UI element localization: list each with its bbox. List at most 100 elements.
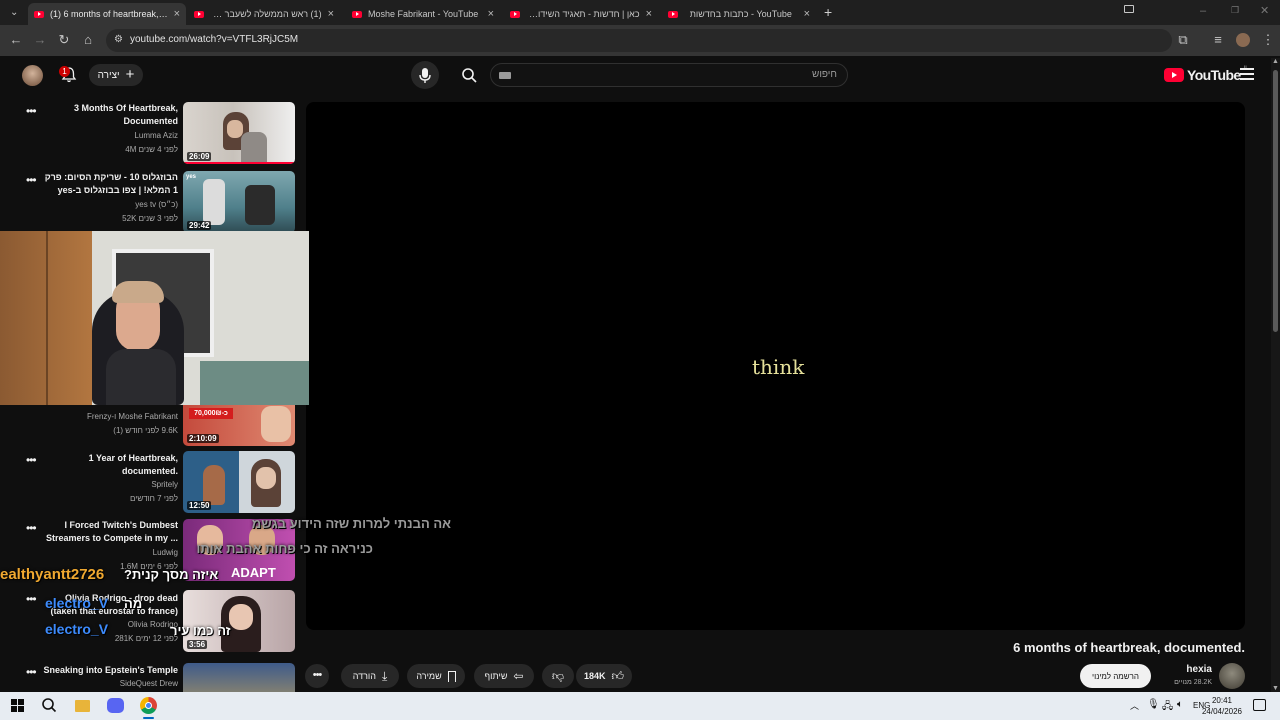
- recommendation-title[interactable]: 3 Months Of Heartbreak, Documented: [38, 102, 178, 128]
- video-duration: 12:50: [187, 501, 212, 510]
- close-tab-icon[interactable]: ×: [328, 8, 334, 20]
- site-info-icon[interactable]: ⚙: [114, 34, 123, 45]
- thumbnail-overlay-text: ADAPT: [231, 565, 276, 580]
- notification-count-badge: 1: [59, 66, 70, 77]
- video-duration: 3:56: [187, 640, 208, 649]
- guide-menu-icon[interactable]: [1240, 68, 1254, 80]
- recommendation-thumbnail[interactable]: [183, 663, 295, 692]
- thumbs-down-icon: 👎︎: [551, 668, 565, 683]
- browser-menu-icon[interactable]: ⋮: [1260, 32, 1276, 48]
- more-options-icon[interactable]: •••: [26, 104, 37, 118]
- forward-arrow-icon[interactable]: →: [32, 32, 48, 48]
- recommendation-channel[interactable]: SideQuest Drew: [38, 679, 178, 688]
- channel-name[interactable]: hexia: [1186, 664, 1212, 675]
- save-button[interactable]: שמירה: [407, 664, 465, 688]
- reload-icon[interactable]: ↻: [56, 32, 72, 48]
- chat-username: electro_V: [45, 595, 109, 611]
- recommendation-title[interactable]: 1 Year of Heartbreak, documented.: [38, 452, 178, 478]
- notification-center-icon[interactable]: [1253, 699, 1266, 711]
- file-explorer-icon[interactable]: [75, 700, 90, 712]
- like-button[interactable]: 184K 👍︎: [576, 664, 632, 688]
- extensions-icon[interactable]: ⧉: [1175, 32, 1191, 48]
- tab-search-icon[interactable]: ⌄: [10, 7, 22, 19]
- browser-tab-1[interactable]: (1) 6 months of heartbreak, docu ×: [28, 3, 186, 25]
- browser-tab-2[interactable]: (1) ראש הממשלה לשעבר אהוד ×: [188, 3, 340, 25]
- account-avatar[interactable]: [22, 65, 43, 86]
- recommendation-channel[interactable]: yes tv (כ״ס): [38, 200, 178, 209]
- voice-search-button[interactable]: [411, 61, 439, 89]
- recommendation-channel[interactable]: Spritely: [38, 480, 178, 489]
- recommendation-meta: 4M לפני 4 שנים: [125, 145, 178, 154]
- recommendation-thumbnail[interactable]: 12:50: [183, 451, 295, 513]
- more-options-icon[interactable]: •••: [26, 453, 37, 467]
- channel-avatar[interactable]: [1219, 663, 1245, 689]
- recommendation-item[interactable]: ••• 1 Year of Heartbreak, documented. Sp…: [20, 451, 300, 515]
- discord-icon[interactable]: [107, 698, 124, 713]
- recommendation-channel[interactable]: Lumma Aziz: [38, 131, 178, 140]
- network-tray-icon[interactable]: 🖧︎: [1162, 699, 1173, 716]
- dislike-button[interactable]: 👎︎: [542, 664, 574, 688]
- recommendation-item[interactable]: ••• Sneaking into Epstein's Temple SideQ…: [20, 663, 300, 692]
- thumbs-up-icon: 👍︎: [611, 668, 625, 683]
- page-scrollbar[interactable]: ▲ ▼: [1271, 58, 1280, 692]
- close-tab-icon[interactable]: ×: [646, 8, 652, 20]
- youtube-favicon-icon: [194, 10, 204, 18]
- subscribe-button[interactable]: הרשמה למינוי: [1080, 664, 1151, 688]
- keyboard-icon[interactable]: [499, 72, 511, 79]
- search-button[interactable]: [457, 64, 481, 86]
- chat-message: ?איזה מסך קנית: [124, 567, 219, 582]
- new-tab-button[interactable]: +: [824, 4, 832, 20]
- video-duration: 29:42: [187, 221, 212, 230]
- recommendation-title[interactable]: Sneaking into Epstein's Temple: [38, 664, 179, 677]
- recommendation-thumbnail[interactable]: yes 29:42: [183, 171, 295, 233]
- taskbar-search-icon[interactable]: [40, 696, 58, 719]
- home-icon[interactable]: ⌂: [80, 32, 96, 48]
- recommendation-thumbnail[interactable]: 3:56: [183, 590, 295, 652]
- more-options-icon[interactable]: •••: [26, 521, 37, 535]
- chrome-icon[interactable]: [140, 697, 157, 714]
- browser-tab-3[interactable]: Moshe Fabrikant - YouTube ×: [346, 3, 500, 25]
- youtube-logo[interactable]: YouTube IL: [1164, 66, 1249, 83]
- recommendation-title[interactable]: הבוזגלוס 10 - שריקת הסיום: פרק 1 המלא! |…: [38, 171, 178, 197]
- create-button[interactable]: יצירה +: [89, 64, 143, 86]
- profile-avatar[interactable]: [1236, 33, 1250, 47]
- more-options-icon[interactable]: •••: [26, 173, 37, 187]
- create-label: יצירה: [97, 69, 120, 81]
- more-options-icon[interactable]: •••: [26, 665, 37, 679]
- scroll-down-icon[interactable]: ▼: [1272, 685, 1279, 692]
- download-button[interactable]: הורדה ⤓: [341, 664, 399, 688]
- close-tab-icon[interactable]: ×: [804, 8, 810, 20]
- tab-actions-icon[interactable]: [1124, 5, 1134, 13]
- show-hidden-icons-icon[interactable]: ︿: [1130, 699, 1139, 712]
- maximize-window-icon[interactable]: ❐: [1231, 5, 1239, 16]
- recommendation-item[interactable]: ••• 3 Months Of Heartbreak, Documented L…: [20, 102, 300, 166]
- browser-tab-4[interactable]: כאן | חדשות - תאגיד השידור הי ×: [504, 3, 658, 25]
- windows-start-icon[interactable]: [11, 699, 24, 712]
- more-options-icon[interactable]: •••: [26, 592, 37, 606]
- volume-tray-icon[interactable]: 🔈︎: [1177, 699, 1183, 710]
- recommendation-item[interactable]: ••• הבוזגלוס 10 - שריקת הסיום: פרק 1 המל…: [20, 171, 300, 235]
- share-button[interactable]: שיתוף ⇦: [474, 664, 534, 688]
- search-input[interactable]: חיפוש: [490, 63, 848, 87]
- address-bar[interactable]: ⚙ youtube.com/watch?v=VTFL3RjJC5M: [106, 29, 1172, 52]
- recommendation-channel[interactable]: Frenzy-ו Moshe Fabrikant: [38, 412, 178, 421]
- recommendation-meta: 9.6K לפני חודש (1): [113, 426, 178, 435]
- media-controls-icon[interactable]: ≡: [1210, 32, 1226, 48]
- recommendation-thumbnail[interactable]: 26:09: [183, 102, 295, 164]
- scrollbar-thumb[interactable]: [1273, 70, 1278, 332]
- system-clock[interactable]: 20:41 24/04/2026: [1202, 695, 1242, 717]
- microphone-tray-icon[interactable]: 🎙︎: [1147, 699, 1160, 710]
- minimize-window-icon[interactable]: –: [1200, 5, 1206, 17]
- more-actions-button[interactable]: •••: [305, 664, 329, 688]
- recommendation-meta: לפני 7 חודשים: [129, 494, 178, 503]
- bookmark-icon: [447, 670, 456, 682]
- streamer-webcam-overlay: [0, 231, 309, 405]
- search-icon: [462, 68, 477, 83]
- close-tab-icon[interactable]: ×: [174, 8, 180, 20]
- scroll-up-icon[interactable]: ▲: [1272, 58, 1279, 65]
- download-label: הורדה: [352, 671, 376, 681]
- browser-tab-5[interactable]: YouTube - כתבות בחדשות ×: [662, 3, 816, 25]
- close-window-icon[interactable]: ✕: [1260, 4, 1269, 17]
- close-tab-icon[interactable]: ×: [488, 8, 494, 20]
- back-arrow-icon[interactable]: ←: [8, 32, 24, 48]
